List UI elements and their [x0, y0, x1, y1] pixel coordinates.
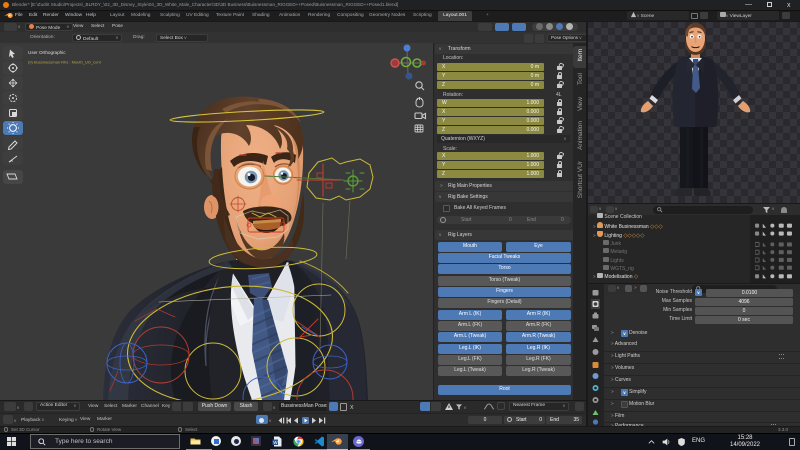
svg-text:(0) Bussinessman RIG : Mouth_U: (0) Bussinessman RIG : Mouth_UO_cont	[28, 60, 102, 65]
svg-text:User Orthographic: User Orthographic	[28, 50, 66, 55]
